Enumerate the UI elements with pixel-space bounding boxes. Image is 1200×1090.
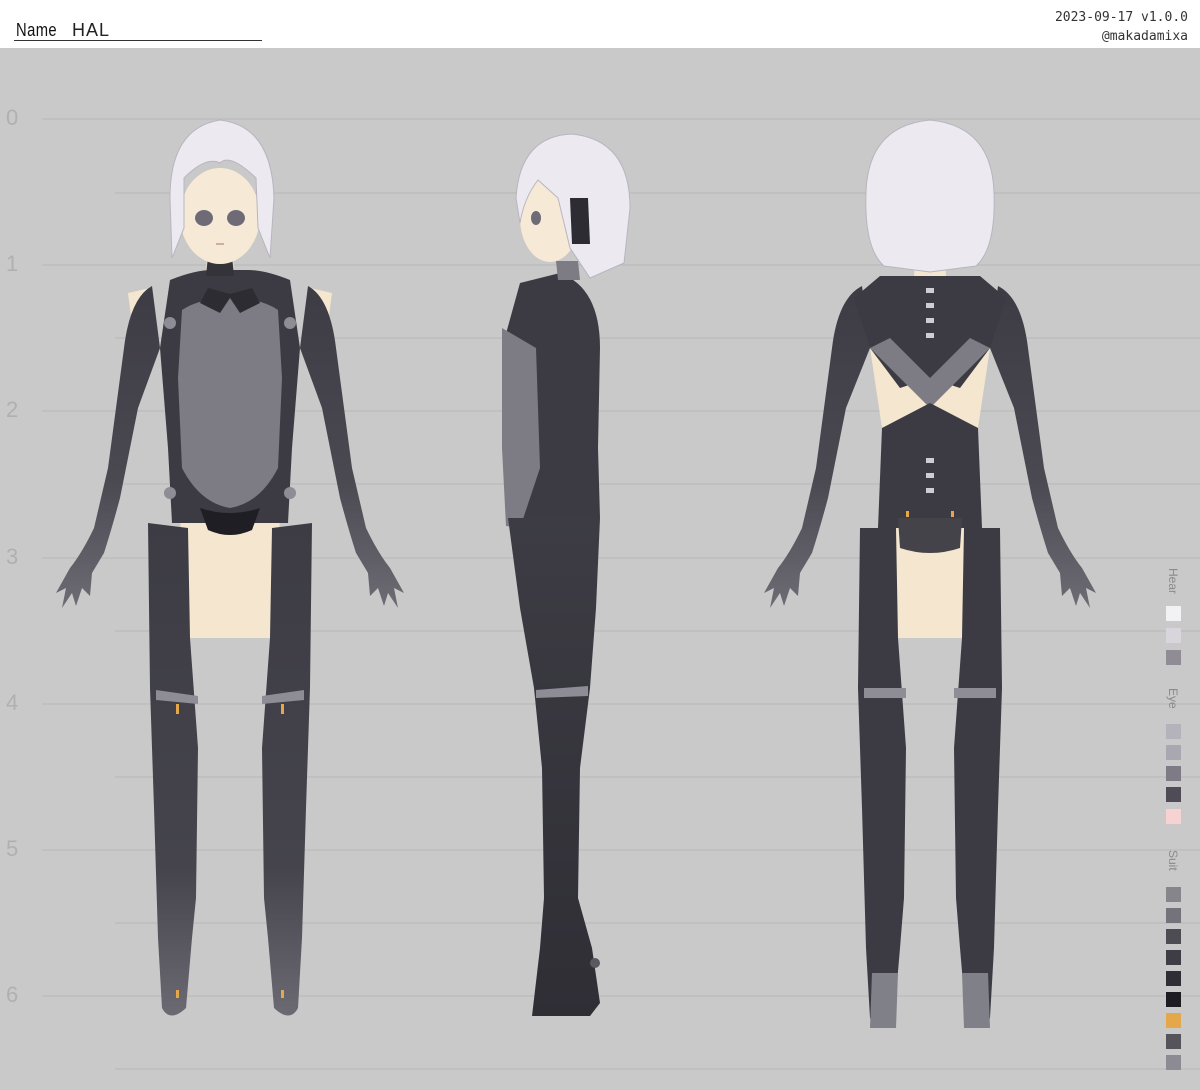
back-arm-right <box>990 286 1096 608</box>
front-shoulder-bolt-r <box>284 317 296 329</box>
front-hip-bolt-r <box>284 487 296 499</box>
front-arm-left <box>56 286 160 608</box>
front-knee-accent-l <box>176 704 179 714</box>
swatch-eye-3 <box>1166 766 1181 781</box>
swatch-suit-1 <box>1166 887 1181 902</box>
front-ankle-accent-r <box>281 990 284 998</box>
front-inner-thigh-skin <box>180 518 280 638</box>
front-arm-right <box>300 286 404 608</box>
character-sheet: Name HAL 2023-09-17 v1.0.0 @makadamixa 0… <box>0 0 1200 1090</box>
ruler-label-0: 0 <box>6 105 19 130</box>
back-hip-accent-l <box>906 511 909 517</box>
ruler-label-4: 4 <box>6 690 19 715</box>
ruler-label-5: 5 <box>6 836 19 861</box>
back-heel-left <box>870 973 898 1028</box>
palette-label-eye: Eye <box>1166 688 1180 709</box>
back-thigh-band-r <box>954 688 996 698</box>
back-briefs <box>898 518 962 553</box>
ruler-label-3: 3 <box>6 544 19 569</box>
author-handle: @makadamixa <box>1101 29 1188 44</box>
back-arm-left <box>764 286 870 608</box>
swatch-hair-2 <box>1166 628 1181 643</box>
front-torso-panel <box>178 298 282 508</box>
swatch-suit-8 <box>1166 1034 1181 1049</box>
ruler-label-1: 1 <box>6 251 19 276</box>
swatch-suit-9 <box>1166 1055 1181 1070</box>
name-underline <box>14 40 262 41</box>
back-thigh-band-l <box>864 688 906 698</box>
front-shoulder-bolt-l <box>164 317 176 329</box>
palette-label-suit: Suit <box>1166 850 1180 871</box>
swatch-eye-2 <box>1166 745 1181 760</box>
back-hair <box>865 119 995 273</box>
back-view-figure <box>764 119 1096 1028</box>
swatch-hair-1 <box>1166 606 1181 621</box>
side-collar <box>556 261 580 280</box>
name-label: Name <box>16 20 58 40</box>
front-ankle-accent-l <box>176 990 179 998</box>
character-name: HAL <box>72 20 111 40</box>
sheet-meta: 2023-09-17 v1.0.0 @makadamixa <box>1055 8 1188 46</box>
swatch-eye-5 <box>1166 809 1181 824</box>
ruler-label-6: 6 <box>6 982 19 1007</box>
swatch-suit-5 <box>1166 971 1181 986</box>
front-hip-bolt-l <box>164 487 176 499</box>
side-eye <box>531 211 541 225</box>
front-knee-accent-r <box>281 704 284 714</box>
front-view-figure <box>56 119 404 1016</box>
artboard: 0 1 2 3 4 5 6 Hear Eye Suit <box>0 48 1200 1090</box>
sheet-header: Name HAL 2023-09-17 v1.0.0 @makadamixa <box>0 0 1200 48</box>
side-view-figure <box>502 133 631 1016</box>
front-eye-left <box>195 210 213 226</box>
version-text: 2023-09-17 v1.0.0 <box>1054 10 1188 25</box>
side-ankle-bolt <box>590 958 600 968</box>
swatch-suit-2 <box>1166 908 1181 923</box>
back-heel-right <box>962 973 990 1028</box>
palette-label-hair: Hear <box>1166 568 1180 595</box>
ruler-label-2: 2 <box>6 397 19 422</box>
front-eye-right <box>227 210 245 226</box>
swatch-hair-3 <box>1166 650 1181 665</box>
swatch-suit-4 <box>1166 950 1181 965</box>
swatch-suit-7 <box>1166 1013 1181 1028</box>
side-headset <box>570 198 590 244</box>
swatch-eye-1 <box>1166 724 1181 739</box>
swatch-suit-6 <box>1166 992 1181 1007</box>
front-face <box>180 168 260 264</box>
side-leg <box>508 518 600 1016</box>
swatch-suit-3 <box>1166 929 1181 944</box>
swatch-eye-4 <box>1166 787 1181 802</box>
back-hip-accent-r <box>951 511 954 517</box>
